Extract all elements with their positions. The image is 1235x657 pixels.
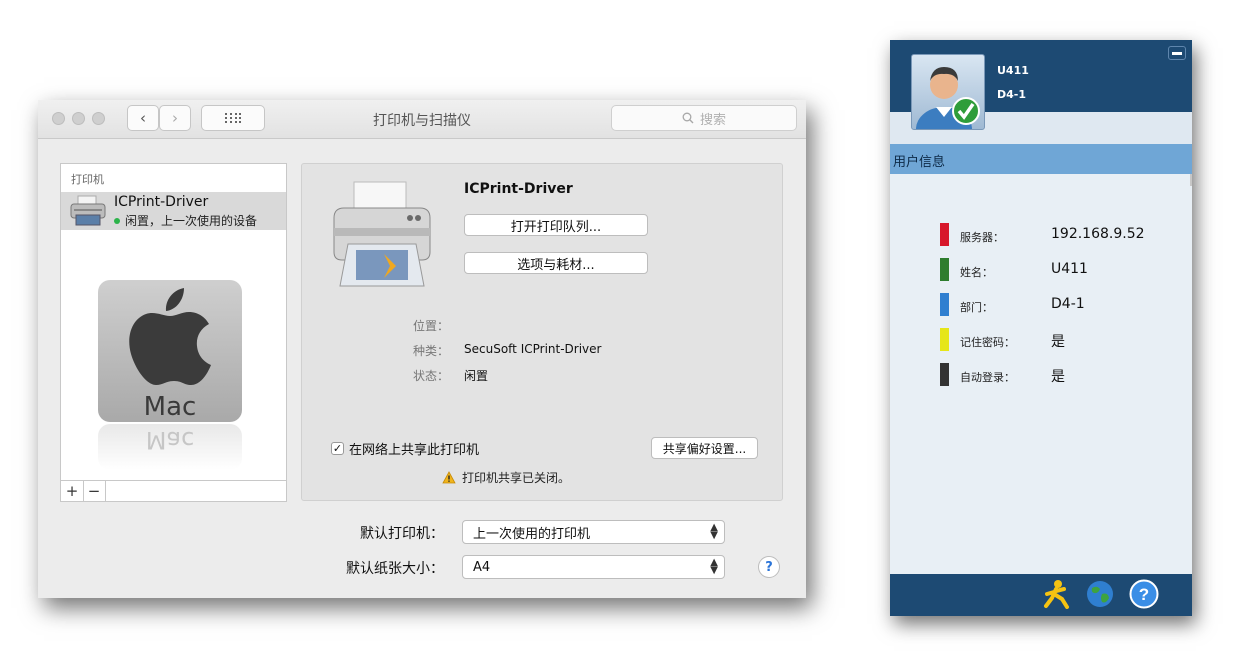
- department-label: 部门：: [960, 301, 993, 314]
- window-titlebar: ‹ › 打印机与扫描仪 搜索: [38, 100, 806, 139]
- section-divider: [1190, 174, 1192, 186]
- default-paper-select[interactable]: A4 ▲ ▼: [462, 555, 725, 579]
- detail-printer-name: ICPrint-Driver: [464, 181, 573, 197]
- info-row-remember-password: 记住密码： 是: [890, 328, 1192, 352]
- info-row-department: 部门： D4-1: [890, 293, 1192, 317]
- status-dot-icon: [114, 217, 120, 224]
- user-avatar-icon: [916, 67, 980, 151]
- sharing-warning: 打印机共享已关闭。: [442, 469, 570, 486]
- name-color-chip: [940, 258, 949, 281]
- add-printer-button[interactable]: +: [61, 481, 84, 501]
- mac-logo-reflection-text: Mac: [145, 426, 195, 454]
- printer-status: 闲置，上一次使用的设备: [125, 214, 258, 228]
- auto-login-label: 自动登录：: [960, 371, 1015, 384]
- open-print-queue-button[interactable]: 打开打印队列...: [464, 214, 648, 236]
- name-label: 姓名：: [960, 266, 993, 279]
- default-paper-label: 默认纸张大小：: [346, 561, 444, 577]
- status-label: 状态：: [412, 369, 449, 383]
- kind-value: SecuSoft ICPrint-Driver: [464, 342, 602, 356]
- printer-list-footer: + −: [60, 480, 287, 502]
- auto-login-value: 是: [1051, 369, 1065, 385]
- printer-icon: [70, 195, 106, 226]
- default-printer-label: 默认打印机：: [360, 526, 444, 542]
- printer-list-item[interactable]: ICPrint-Driver 闲置，上一次使用的设备: [61, 192, 286, 230]
- info-row-server: 服务器： 192.168.9.52: [890, 223, 1192, 247]
- sharing-warning-text: 打印机共享已关闭。: [462, 471, 571, 485]
- search-field[interactable]: 搜索: [611, 105, 797, 131]
- printers-scanners-window: ‹ › 打印机与扫描仪 搜索 打印机 ICPrint-Driver 闲置，上一次…: [38, 100, 806, 598]
- remove-printer-button[interactable]: −: [83, 481, 106, 501]
- location-label: 位置：: [412, 319, 449, 333]
- avatar: [911, 54, 985, 151]
- client-username: U411: [997, 64, 1029, 77]
- mac-logo: Mac: [98, 280, 242, 422]
- mac-logo-text: Mac: [143, 392, 197, 422]
- remember-password-label: 记住密码：: [960, 336, 1015, 349]
- name-value: U411: [1051, 261, 1088, 277]
- printer-status-row: 闲置，上一次使用的设备: [114, 212, 257, 229]
- default-printer-select[interactable]: 上一次使用的打印机 ▲ ▼: [462, 520, 725, 544]
- client-footer: ?: [890, 574, 1192, 616]
- share-printer-row: ✓ 在网络上共享此打印机: [331, 439, 479, 458]
- printer-name: ICPrint-Driver: [114, 194, 209, 210]
- select-arrows-icon: ▲ ▼: [710, 522, 718, 541]
- default-printer-value: 上一次使用的打印机: [473, 526, 591, 542]
- minimize-button[interactable]: [1168, 46, 1186, 60]
- share-printer-checkbox[interactable]: ✓: [331, 442, 344, 455]
- server-label: 服务器：: [960, 231, 1004, 244]
- minimize-icon: [1172, 51, 1182, 55]
- server-color-chip: [940, 223, 949, 246]
- printer-detail-panel: ICPrint-Driver 打开打印队列... 选项与耗材... 位置： 种类…: [301, 163, 783, 501]
- search-placeholder: 搜索: [699, 112, 726, 128]
- select-arrows-icon: ▲ ▼: [710, 557, 718, 576]
- remember-password-value: 是: [1051, 334, 1065, 350]
- sharing-preferences-button[interactable]: 共享偏好设置...: [651, 437, 758, 459]
- options-supplies-button[interactable]: 选项与耗材...: [464, 252, 648, 274]
- info-row-auto-login: 自动登录： 是: [890, 363, 1192, 387]
- auto-login-color-chip: [940, 363, 949, 386]
- printer-list: 打印机 ICPrint-Driver 闲置，上一次使用的设备 Mac Mac: [60, 163, 287, 502]
- kind-label: 种类：: [412, 344, 449, 358]
- search-icon: [682, 112, 694, 124]
- globe-icon[interactable]: [1084, 578, 1116, 610]
- print-client-panel: U411 D4-1 用户信息 服务器： 192.168.9.52 姓名： U41…: [890, 40, 1192, 616]
- server-value: 192.168.9.52: [1051, 226, 1145, 242]
- printer-list-header: 打印机: [71, 173, 104, 186]
- mac-logo-reflection: Mac: [98, 424, 242, 470]
- info-row-name: 姓名： U411: [890, 258, 1192, 282]
- warning-icon: [442, 471, 456, 484]
- share-printer-label[interactable]: 在网络上共享此打印机: [349, 439, 479, 458]
- section-header: 用户信息: [890, 144, 1192, 174]
- department-color-chip: [940, 293, 949, 316]
- remember-password-color-chip: [940, 328, 949, 351]
- section-title: 用户信息: [893, 155, 946, 170]
- help-button[interactable]: ?: [758, 556, 780, 578]
- default-paper-value: A4: [473, 559, 491, 575]
- apple-logo-icon: [129, 288, 211, 385]
- help-glyph: ?: [1139, 585, 1149, 604]
- running-person-icon[interactable]: [1040, 578, 1072, 610]
- client-department: D4-1: [997, 88, 1027, 101]
- printer-large-icon: [333, 181, 431, 287]
- department-value: D4-1: [1051, 296, 1085, 312]
- help-icon[interactable]: ?: [1128, 578, 1160, 610]
- status-value: 闲置: [464, 369, 489, 383]
